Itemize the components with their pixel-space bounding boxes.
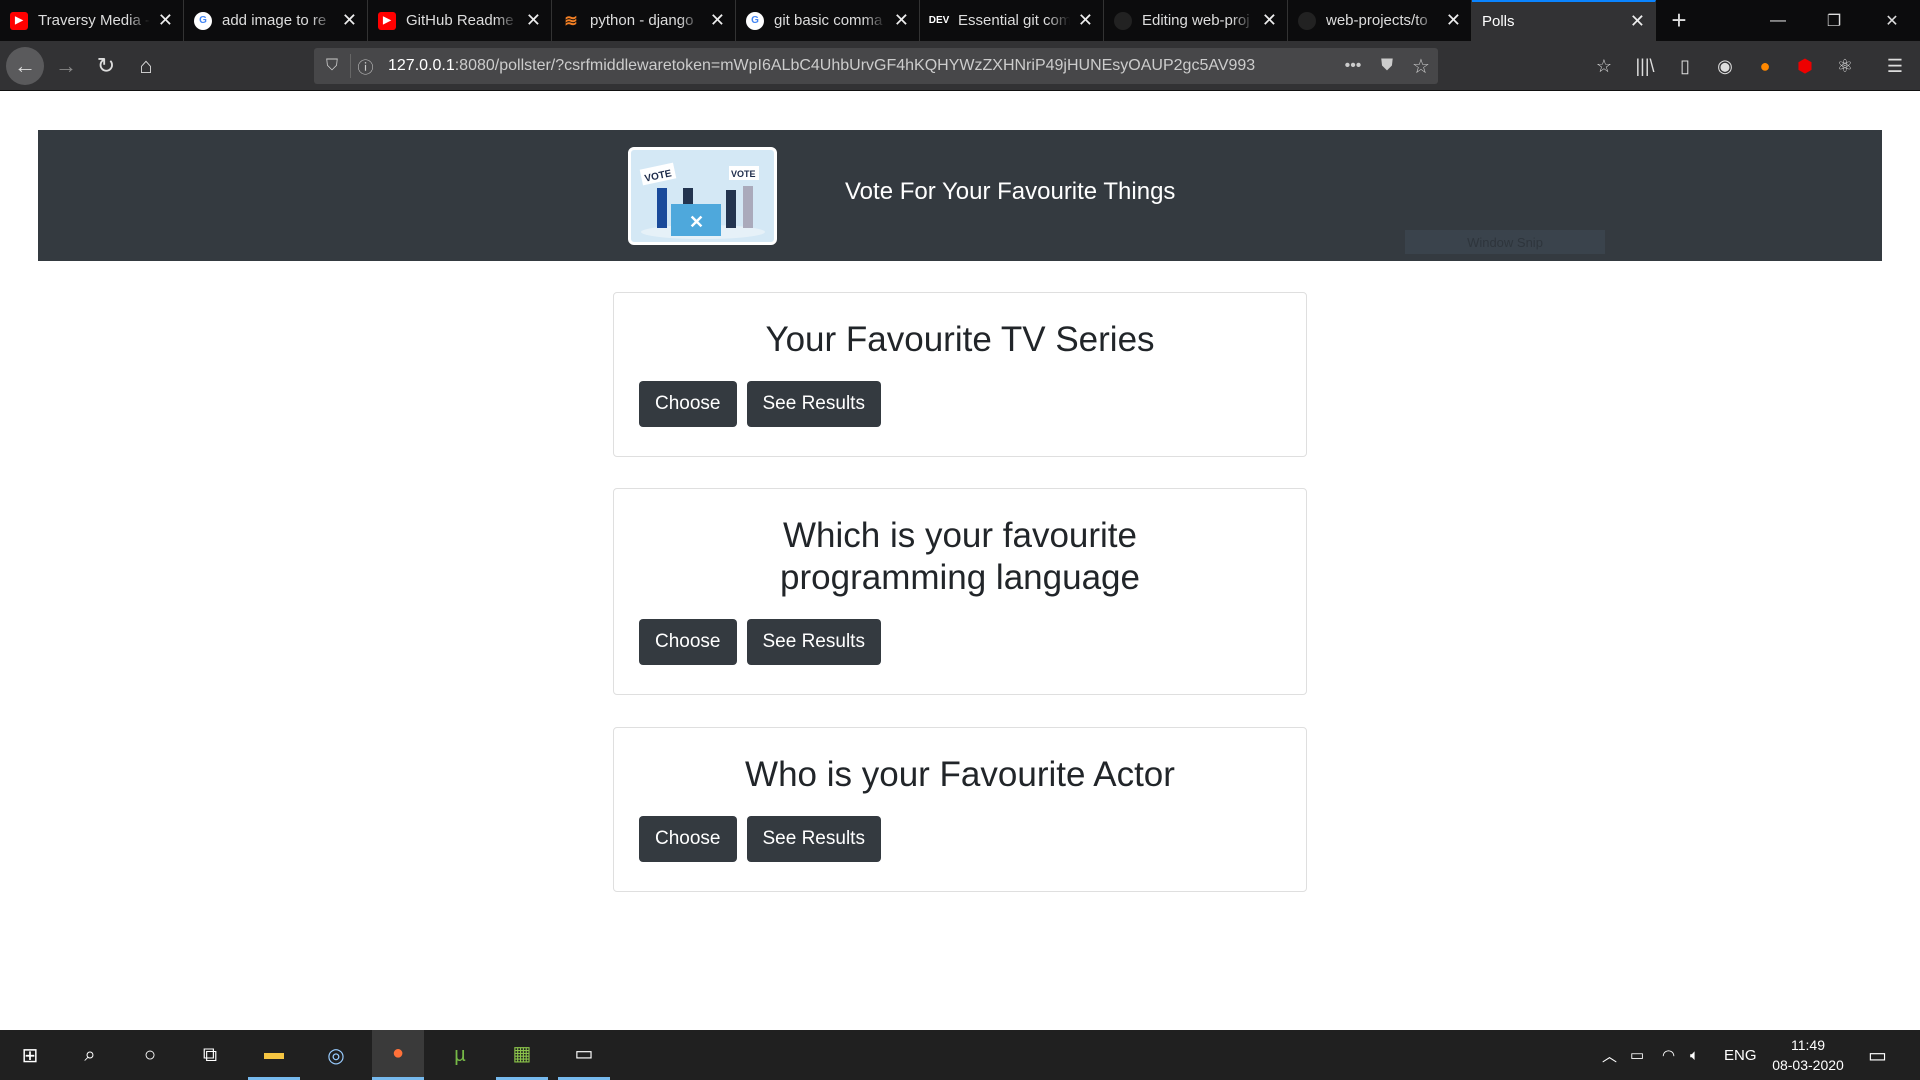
- close-tab-icon[interactable]: ✕: [158, 10, 173, 31]
- choose-button[interactable]: Choose: [639, 381, 737, 427]
- tab[interactable]: web-projects/to ✕: [1288, 0, 1472, 41]
- close-tab-icon[interactable]: ✕: [526, 10, 541, 31]
- choose-button[interactable]: Choose: [639, 619, 737, 665]
- info-icon[interactable]: ⓘ: [350, 54, 380, 78]
- poll-question: Your Favourite TV Series: [765, 320, 1155, 359]
- close-tab-icon[interactable]: ✕: [342, 10, 357, 31]
- vote-logo: VOTE VOTE ✕: [628, 147, 777, 245]
- site-header: VOTE VOTE ✕ Vote For Your Favourite Thin…: [38, 130, 1882, 261]
- github-icon: [1114, 11, 1132, 30]
- close-tab-icon[interactable]: ✕: [1078, 10, 1093, 31]
- adblock-icon[interactable]: ⬢: [1790, 51, 1820, 81]
- svg-text:VOTE: VOTE: [731, 169, 756, 179]
- wifi-icon[interactable]: ◠: [1662, 1030, 1675, 1080]
- more-icon[interactable]: •••: [1336, 57, 1370, 75]
- tab-bar: ▶ Traversy Media - ✕ Gadd image to re ✕ ▶ G…: [0, 0, 1920, 41]
- react-devtools-icon[interactable]: ⚛: [1830, 51, 1860, 81]
- close-window-button[interactable]: ✕: [1864, 0, 1920, 41]
- account-icon[interactable]: ◉: [1710, 51, 1740, 81]
- tab[interactable]: Gadd image to re ✕: [184, 0, 368, 41]
- nav-toolbar: ← → ↻ ⌂ ⛉ ⓘ 127.0.0.1:8080/pollster/?csr…: [0, 41, 1920, 91]
- close-tab-icon[interactable]: ✕: [894, 10, 909, 31]
- tab-title: git basic comma: [774, 12, 883, 29]
- close-tab-icon[interactable]: ✕: [710, 10, 725, 31]
- pocket-icon[interactable]: ⛊: [1370, 57, 1404, 75]
- poll-card: Who is your Favourite Actor Choose See Re…: [613, 727, 1307, 892]
- see-results-button[interactable]: See Results: [746, 619, 881, 665]
- time: 11:49: [1791, 1037, 1825, 1053]
- extension-fire-icon[interactable]: ●: [1750, 51, 1780, 81]
- youtube-icon: ▶: [10, 11, 28, 30]
- see-results-button[interactable]: See Results: [746, 381, 881, 427]
- poll-question: Which is your favourite programming lang…: [780, 516, 1140, 597]
- clock[interactable]: 11:49 08-03-2020: [1768, 1030, 1848, 1080]
- tab[interactable]: ≋ python - django ✕: [552, 0, 736, 41]
- shield-icon[interactable]: ⛉: [314, 57, 350, 75]
- see-results-button[interactable]: See Results: [746, 816, 881, 862]
- tab[interactable]: ▶ GitHub Readme ✕: [368, 0, 552, 41]
- forward-button[interactable]: →: [47, 47, 85, 85]
- home-button[interactable]: ⌂: [127, 47, 165, 85]
- poll-card: Your Favourite TV Series Choose See Resul…: [613, 292, 1307, 457]
- language-indicator[interactable]: ENG: [1724, 1030, 1757, 1080]
- tab[interactable]: Editing web-proj ✕: [1104, 0, 1288, 41]
- close-tab-icon[interactable]: ✕: [1630, 11, 1645, 32]
- close-tab-icon[interactable]: ✕: [1262, 10, 1277, 31]
- cortana-icon[interactable]: ○: [124, 1030, 176, 1080]
- tab-title: GitHub Readme: [406, 12, 514, 29]
- terminal-icon[interactable]: ▭: [558, 1030, 610, 1080]
- google-icon: G: [746, 11, 764, 30]
- firefox-icon[interactable]: ●: [372, 1030, 424, 1080]
- minimize-button[interactable]: —: [1750, 0, 1806, 41]
- poll-question: Who is your Favourite Actor: [745, 755, 1175, 794]
- steam-icon[interactable]: ◎: [310, 1030, 362, 1080]
- tab-title: Polls: [1482, 13, 1515, 30]
- utorrent-icon[interactable]: µ: [434, 1030, 486, 1080]
- menu-icon[interactable]: ☰: [1880, 51, 1910, 81]
- app-icon[interactable]: ▦: [496, 1030, 548, 1080]
- sidebar-icon[interactable]: ▯: [1670, 51, 1700, 81]
- library-icon[interactable]: |||\: [1630, 51, 1660, 81]
- github-icon: [1298, 11, 1316, 30]
- bookmark-star-icon[interactable]: ☆: [1404, 54, 1438, 79]
- bookmarks-icon[interactable]: ☆: [1589, 51, 1619, 81]
- url-path: :8080/pollster/?csrfmiddlewaretoken=mWpI…: [454, 57, 1256, 74]
- volume-icon[interactable]: 🔈︎: [1690, 1030, 1699, 1080]
- stackoverflow-icon: ≋: [564, 12, 578, 30]
- url-bar[interactable]: ⛉ ⓘ 127.0.0.1:8080/pollster/?csrfmiddlew…: [314, 48, 1438, 84]
- windows-start-icon[interactable]: ⊞: [4, 1030, 56, 1080]
- svg-text:✕: ✕: [689, 212, 704, 232]
- file-explorer-icon[interactable]: ▬: [248, 1030, 300, 1080]
- window-snip-overlay: Window Snip: [1405, 230, 1605, 254]
- tab[interactable]: ▶ Traversy Media - ✕: [0, 0, 184, 41]
- search-icon[interactable]: ⌕: [64, 1030, 116, 1080]
- restore-button[interactable]: ❐: [1806, 0, 1862, 41]
- dev-icon: DEV: [928, 15, 950, 26]
- site-title: Vote For Your Favourite Things: [845, 178, 1176, 205]
- tab[interactable]: DEV Essential git com ✕: [920, 0, 1104, 41]
- battery-icon[interactable]: ▭: [1630, 1030, 1644, 1080]
- back-button[interactable]: ←: [6, 47, 44, 85]
- notifications-icon[interactable]: ▭: [1868, 1030, 1887, 1080]
- tab-active[interactable]: Polls ✕: [1472, 0, 1656, 41]
- youtube-icon: ▶: [378, 11, 396, 30]
- taskbar: ⊞ ⌕ ○ ⧉ ▬ ◎ ● µ ▦ ▭ ︿ ▭ ◠ 🔈︎ ENG 11:49 08…: [0, 1030, 1920, 1080]
- tab[interactable]: Ggit basic comma ✕: [736, 0, 920, 41]
- tab-title: Editing web-proj: [1142, 12, 1250, 29]
- tab-title: python - django: [590, 12, 694, 29]
- tab-title: add image to re: [222, 12, 327, 29]
- url-host: 127.0.0.1: [388, 57, 455, 74]
- new-tab-button[interactable]: +: [1656, 0, 1702, 41]
- task-view-icon[interactable]: ⧉: [184, 1030, 236, 1080]
- reload-button[interactable]: ↻: [87, 47, 125, 85]
- poll-card: Which is your favourite programming lang…: [613, 488, 1307, 695]
- close-tab-icon[interactable]: ✕: [1446, 10, 1461, 31]
- google-icon: G: [194, 11, 212, 30]
- choose-button[interactable]: Choose: [639, 816, 737, 862]
- tab-title: Traversy Media -: [38, 12, 150, 29]
- tab-title: Essential git com: [958, 12, 1070, 29]
- date: 08-03-2020: [1772, 1057, 1844, 1073]
- tab-title: web-projects/to: [1326, 12, 1428, 29]
- tray-chevron-icon[interactable]: ︿: [1602, 1030, 1617, 1080]
